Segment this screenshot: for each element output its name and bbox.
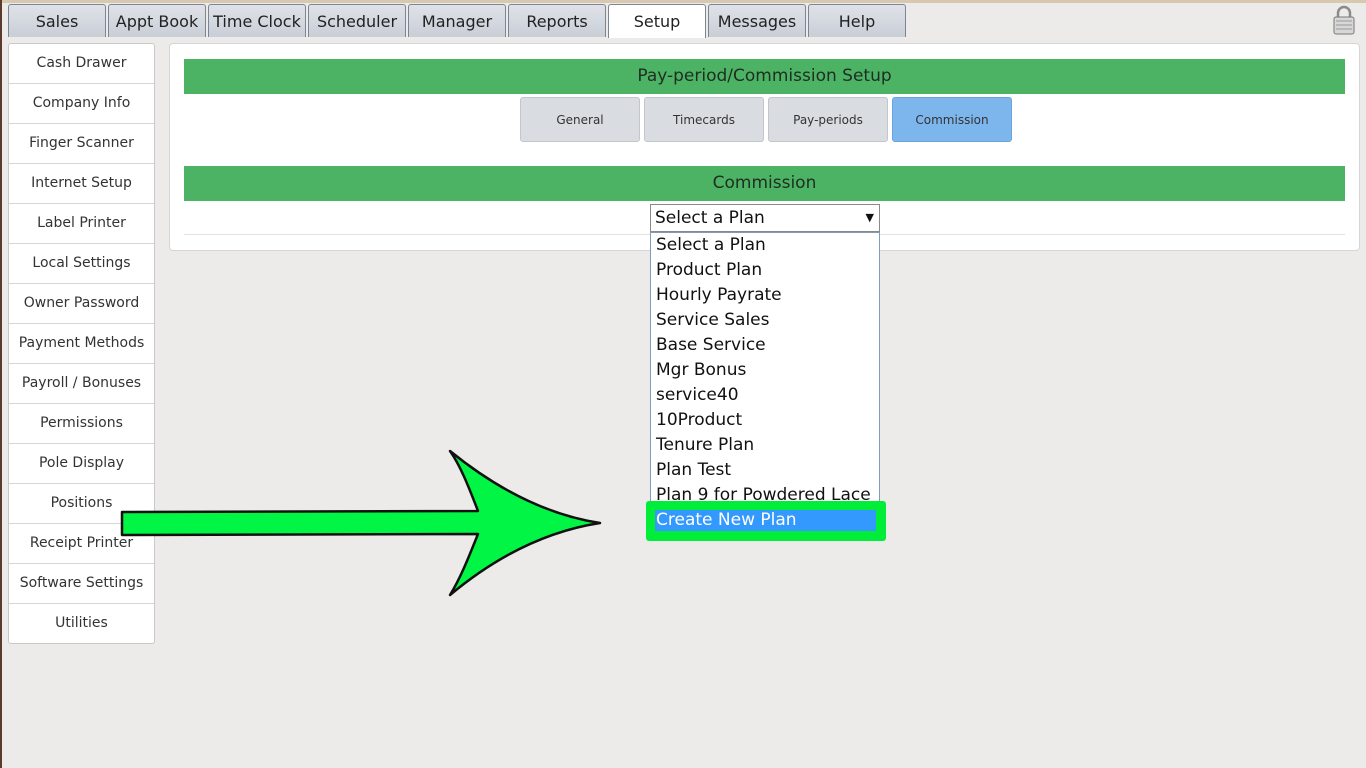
- sidebar-item-company-info[interactable]: Company Info: [9, 84, 154, 124]
- tab-help[interactable]: Help: [808, 4, 906, 37]
- tab-appt-book[interactable]: Appt Book: [108, 4, 206, 37]
- sidebar-item-owner-password[interactable]: Owner Password: [9, 284, 154, 324]
- sidebar-item-utilities[interactable]: Utilities: [9, 604, 154, 643]
- tab-scheduler[interactable]: Scheduler: [308, 4, 406, 37]
- subtab-general[interactable]: General: [520, 97, 640, 142]
- commission-title-bar: Commission: [184, 166, 1345, 201]
- tab-messages[interactable]: Messages: [708, 4, 806, 37]
- plan-option[interactable]: Hourly Payrate: [651, 283, 879, 308]
- plan-option[interactable]: Select a Plan: [651, 233, 879, 258]
- tab-time-clock[interactable]: Time Clock: [208, 4, 306, 37]
- subtab-commission[interactable]: Commission: [892, 97, 1012, 142]
- sidebar-item-finger-scanner[interactable]: Finger Scanner: [9, 124, 154, 164]
- tab-reports[interactable]: Reports: [508, 4, 606, 37]
- plan-option[interactable]: 10Product: [651, 408, 879, 433]
- plan-option[interactable]: Mgr Bonus: [651, 358, 879, 383]
- sidebar-item-internet-setup[interactable]: Internet Setup: [9, 164, 154, 204]
- top-navigation: Sales Appt Book Time Clock Scheduler Man…: [0, 0, 1366, 38]
- plan-select[interactable]: Select a Plan ▼: [650, 204, 880, 232]
- section-title-bar: Pay-period/Commission Setup: [184, 59, 1345, 94]
- sidebar-item-cash-drawer[interactable]: Cash Drawer: [9, 44, 154, 84]
- create-new-plan-option[interactable]: Create New Plan: [655, 510, 876, 531]
- window-edge: [0, 0, 2, 768]
- sidebar-item-local-settings[interactable]: Local Settings: [9, 244, 154, 284]
- plan-option[interactable]: Plan Test: [651, 458, 879, 483]
- lock-icon[interactable]: [1332, 5, 1356, 35]
- tab-sales[interactable]: Sales: [8, 4, 106, 37]
- plan-option[interactable]: Base Service: [651, 333, 879, 358]
- plan-option[interactable]: Product Plan: [651, 258, 879, 283]
- triangle-down-icon: ▼: [865, 211, 874, 224]
- subtab-pay-periods[interactable]: Pay-periods: [768, 97, 888, 142]
- arrow-right-icon: [120, 449, 602, 597]
- sidebar-item-payment-methods[interactable]: Payment Methods: [9, 324, 154, 364]
- sidebar-item-permissions[interactable]: Permissions: [9, 404, 154, 444]
- plan-select-value: Select a Plan: [655, 208, 765, 228]
- plan-option[interactable]: Service Sales: [651, 308, 879, 333]
- plan-option[interactable]: Tenure Plan: [651, 433, 879, 458]
- sidebar-item-label-printer[interactable]: Label Printer: [9, 204, 154, 244]
- tab-manager[interactable]: Manager: [408, 4, 506, 37]
- tab-setup[interactable]: Setup: [608, 4, 706, 38]
- plan-option[interactable]: service40: [651, 383, 879, 408]
- sidebar-item-payroll-bonuses[interactable]: Payroll / Bonuses: [9, 364, 154, 404]
- subtab-timecards[interactable]: Timecards: [644, 97, 764, 142]
- plan-dropdown-list: Select a Plan Product Plan Hourly Payrat…: [650, 232, 880, 507]
